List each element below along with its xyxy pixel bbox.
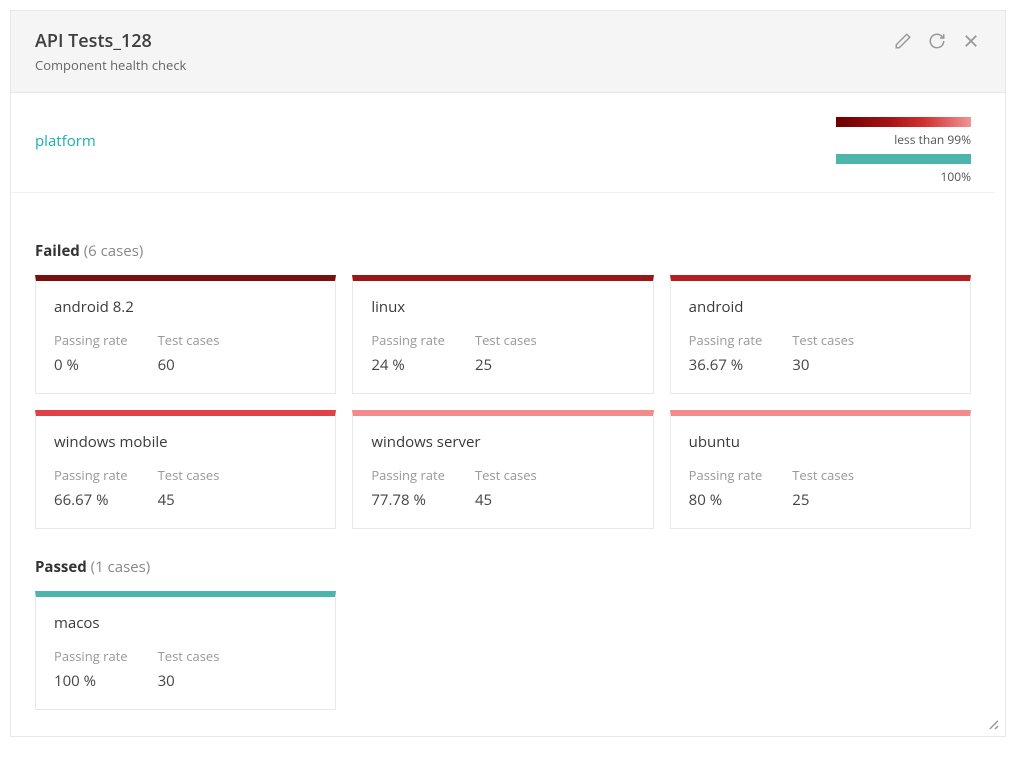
stat-passing-rate: Passing rate 100 % <box>54 647 128 691</box>
cards-grid: macos Passing rate 100 % Test cases 30 <box>35 591 971 710</box>
group-label[interactable]: platform <box>35 117 96 151</box>
stat-test-cases: Test cases 30 <box>792 331 854 375</box>
stat-test-cases: Test cases 60 <box>158 331 220 375</box>
widget-container: API Tests_128 Component health check pla… <box>10 10 1006 737</box>
stat-test-cases: Test cases 25 <box>475 331 537 375</box>
stat-passing-rate: Passing rate 77.78 % <box>371 466 445 510</box>
stat-label: Test cases <box>792 331 854 349</box>
refresh-icon[interactable] <box>927 31 947 51</box>
card-stats: Passing rate 100 % Test cases 30 <box>54 647 317 691</box>
stat-value: 0 % <box>54 355 128 375</box>
section-title: Passed <box>35 557 87 577</box>
stat-value: 25 <box>792 490 854 510</box>
scroll-area[interactable]: platform less than 99% 100% Failed (6 ca… <box>11 93 995 736</box>
stat-test-cases: Test cases 30 <box>158 647 220 691</box>
card-stats: Passing rate 0 % Test cases 60 <box>54 331 317 375</box>
legend-bar-gradient <box>836 117 971 127</box>
stat-label: Passing rate <box>689 331 763 349</box>
stat-label: Passing rate <box>371 331 445 349</box>
stat-value: 30 <box>792 355 854 375</box>
card-title: android 8.2 <box>54 297 317 317</box>
legend-item-pass: 100% <box>836 154 971 185</box>
widget-subtitle: Component health check <box>35 56 186 74</box>
stat-label: Test cases <box>475 466 537 484</box>
card-title: ubuntu <box>689 432 952 452</box>
stat-value: 77.78 % <box>371 490 445 510</box>
section: Failed (6 cases) android 8.2 Passing rate 0… <box>35 241 971 529</box>
stat-value: 66.67 % <box>54 490 128 510</box>
stat-test-cases: Test cases 25 <box>792 466 854 510</box>
stat-label: Test cases <box>792 466 854 484</box>
close-icon[interactable] <box>961 31 981 51</box>
card[interactable]: ubuntu Passing rate 80 % Test cases 25 <box>670 410 971 529</box>
stat-label: Passing rate <box>54 466 128 484</box>
section-count: (6 cases) <box>84 241 144 261</box>
stat-label: Test cases <box>158 331 220 349</box>
stat-value: 45 <box>475 490 537 510</box>
stat-passing-rate: Passing rate 36.67 % <box>689 331 763 375</box>
stat-value: 24 % <box>371 355 445 375</box>
legend-bar-green <box>836 154 971 164</box>
stat-value: 80 % <box>689 490 763 510</box>
stat-label: Passing rate <box>371 466 445 484</box>
stat-label: Test cases <box>475 331 537 349</box>
card-title: windows server <box>371 432 634 452</box>
legend-item-fail: less than 99% <box>836 117 971 148</box>
card[interactable]: windows server Passing rate 77.78 % Test ca… <box>352 410 653 529</box>
section-header: Failed (6 cases) <box>35 241 971 261</box>
legend: less than 99% 100% <box>836 117 971 185</box>
card-title: linux <box>371 297 634 317</box>
top-row: platform less than 99% 100% <box>11 93 995 193</box>
stat-test-cases: Test cases 45 <box>475 466 537 510</box>
stat-label: Passing rate <box>54 647 128 665</box>
card-title: windows mobile <box>54 432 317 452</box>
stat-passing-rate: Passing rate 66.67 % <box>54 466 128 510</box>
card[interactable]: macos Passing rate 100 % Test cases 30 <box>35 591 336 710</box>
legend-text-100: 100% <box>940 168 971 185</box>
widget-actions <box>893 29 981 51</box>
section: Passed (1 cases) macos Passing rate 100 % Te… <box>35 557 971 710</box>
stat-label: Test cases <box>158 647 220 665</box>
card[interactable]: android 8.2 Passing rate 0 % Test cases 60 <box>35 275 336 394</box>
widget-title: API Tests_128 <box>35 29 186 53</box>
card-stats: Passing rate 66.67 % Test cases 45 <box>54 466 317 510</box>
section-title: Failed <box>35 241 80 261</box>
widget-body: platform less than 99% 100% Failed (6 ca… <box>11 93 1005 736</box>
stat-label: Passing rate <box>689 466 763 484</box>
legend-text-lessthan: less than 99% <box>894 131 971 148</box>
card-stats: Passing rate 24 % Test cases 25 <box>371 331 634 375</box>
stat-passing-rate: Passing rate 24 % <box>371 331 445 375</box>
card[interactable]: windows mobile Passing rate 66.67 % Test ca… <box>35 410 336 529</box>
card-title: android <box>689 297 952 317</box>
stat-value: 100 % <box>54 671 128 691</box>
card[interactable]: android Passing rate 36.67 % Test cases 30 <box>670 275 971 394</box>
widget-header: API Tests_128 Component health check <box>11 11 1005 93</box>
edit-icon[interactable] <box>893 31 913 51</box>
card-stats: Passing rate 36.67 % Test cases 30 <box>689 331 952 375</box>
section-count: (1 cases) <box>91 557 151 577</box>
card-stats: Passing rate 80 % Test cases 25 <box>689 466 952 510</box>
resize-handle[interactable] <box>983 714 1001 732</box>
card-title: macos <box>54 613 317 633</box>
widget-title-block: API Tests_128 Component health check <box>35 29 186 74</box>
stat-passing-rate: Passing rate 80 % <box>689 466 763 510</box>
sections-container: Failed (6 cases) android 8.2 Passing rate 0… <box>11 193 995 736</box>
stat-value: 36.67 % <box>689 355 763 375</box>
cards-grid: android 8.2 Passing rate 0 % Test cases 60 li… <box>35 275 971 529</box>
stat-passing-rate: Passing rate 0 % <box>54 331 128 375</box>
stat-value: 60 <box>158 355 220 375</box>
stat-label: Test cases <box>158 466 220 484</box>
stat-test-cases: Test cases 45 <box>158 466 220 510</box>
card[interactable]: linux Passing rate 24 % Test cases 25 <box>352 275 653 394</box>
section-header: Passed (1 cases) <box>35 557 971 577</box>
card-stats: Passing rate 77.78 % Test cases 45 <box>371 466 634 510</box>
stat-value: 45 <box>158 490 220 510</box>
stat-value: 25 <box>475 355 537 375</box>
stat-label: Passing rate <box>54 331 128 349</box>
stat-value: 30 <box>158 671 220 691</box>
